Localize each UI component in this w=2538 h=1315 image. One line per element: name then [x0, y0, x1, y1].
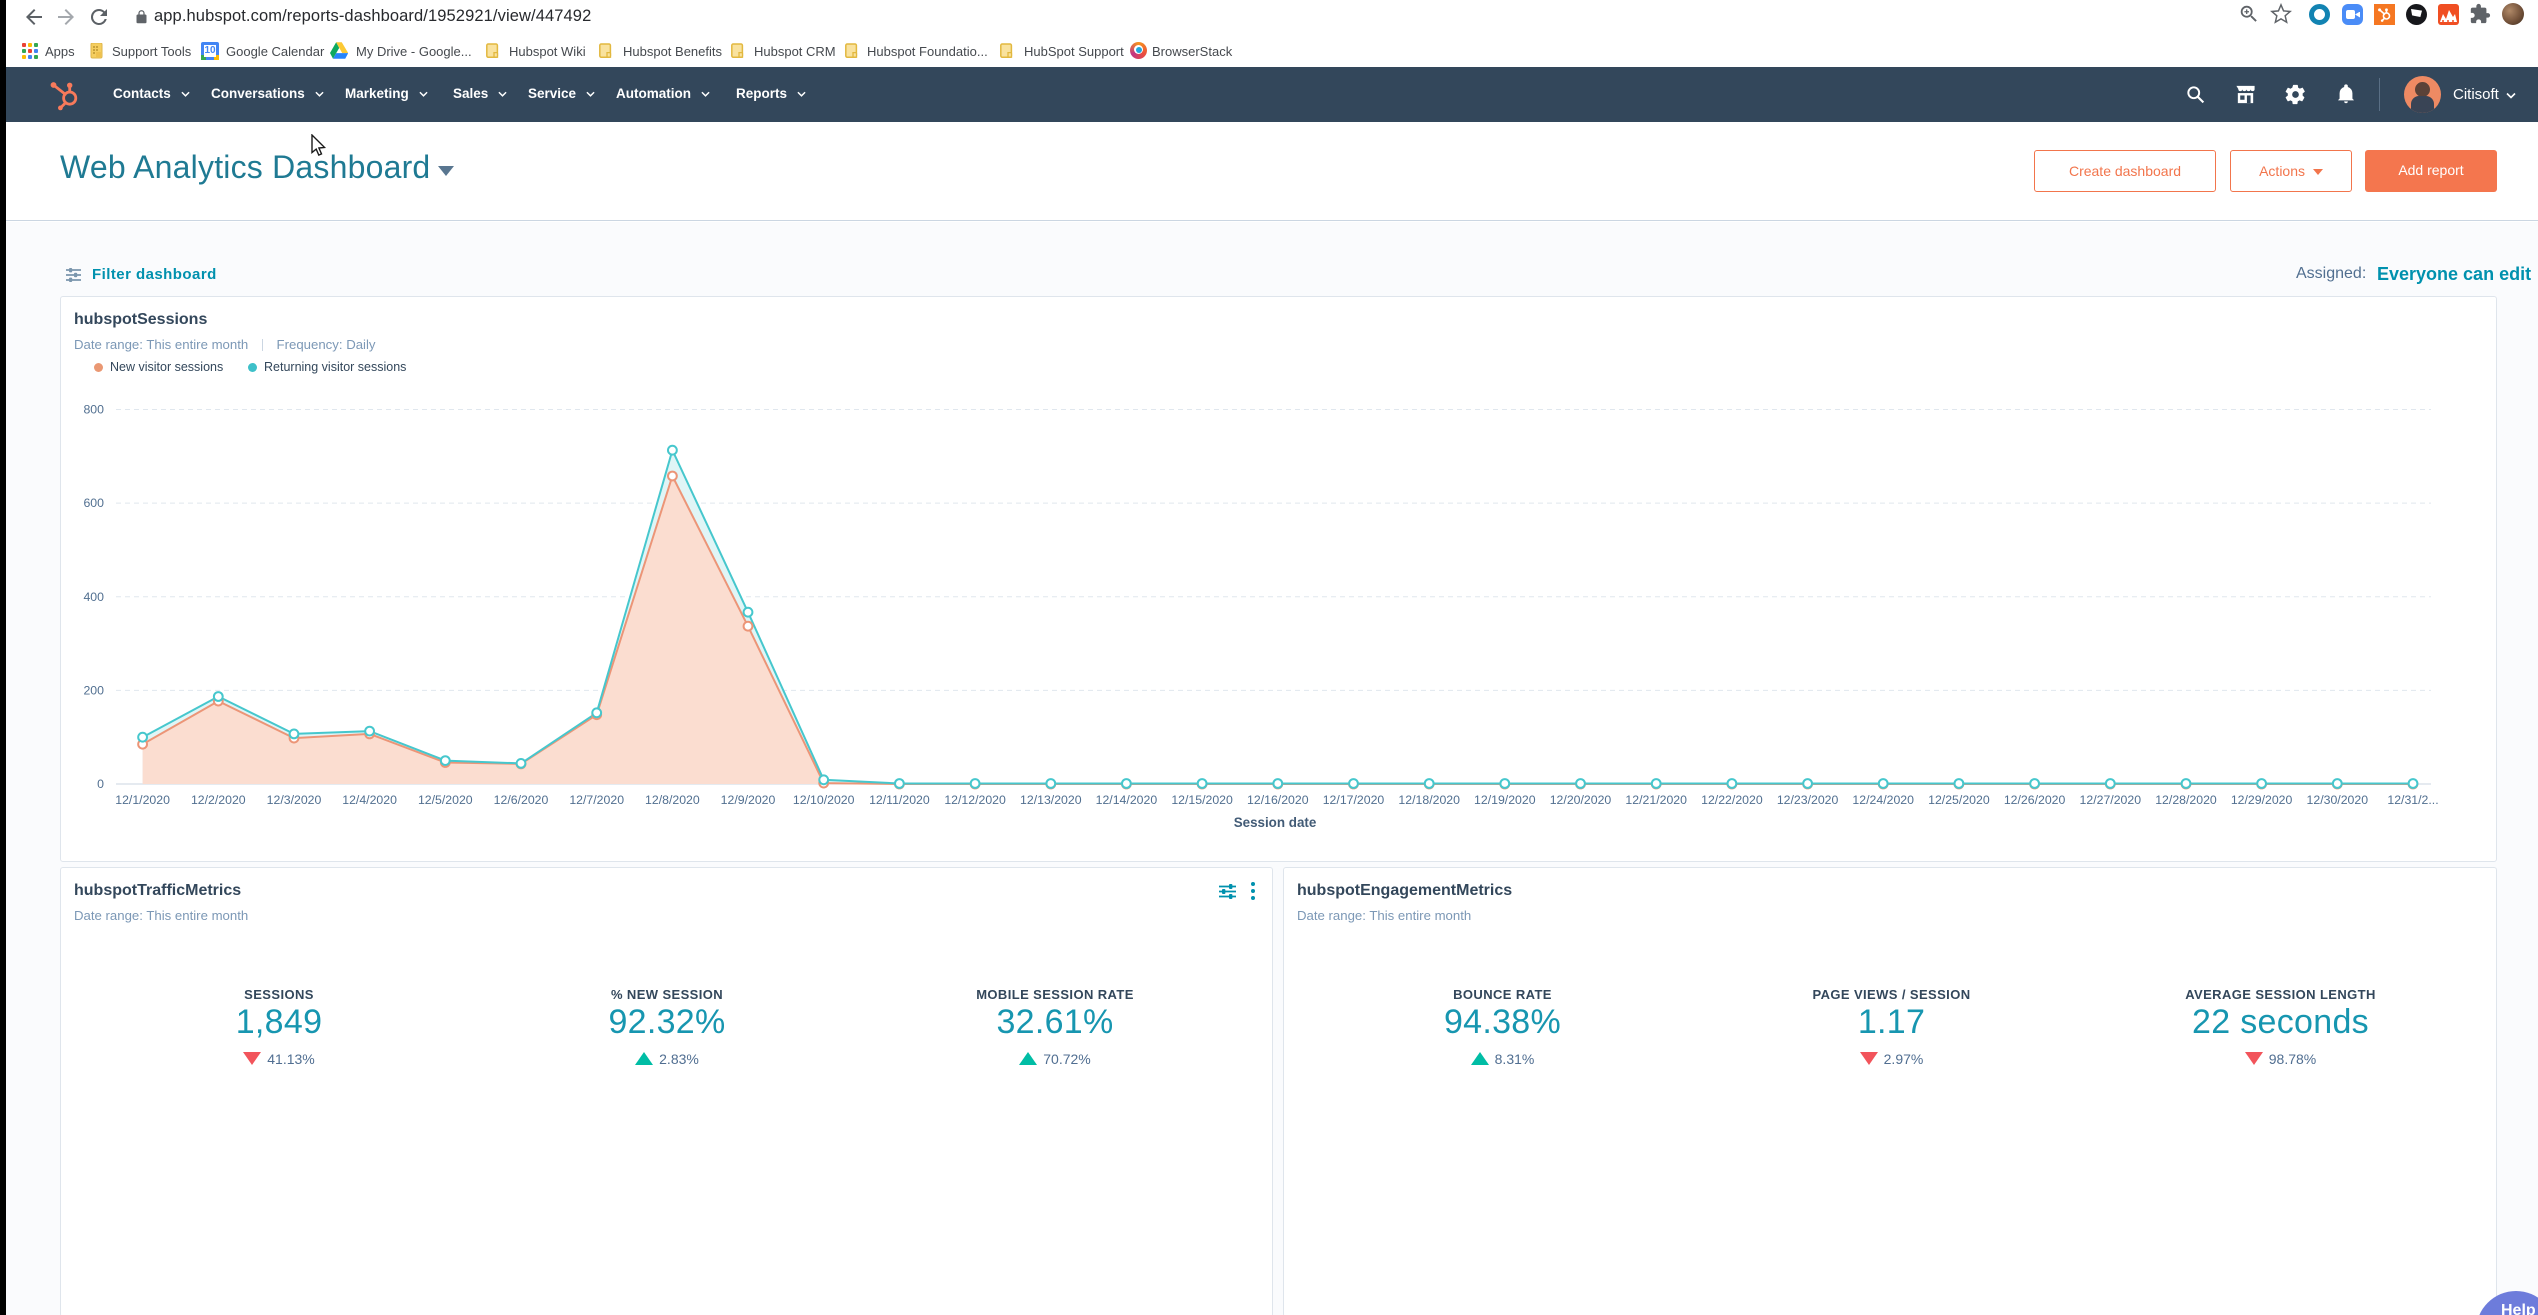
svg-text:12/31/2...: 12/31/2... — [2387, 793, 2438, 807]
svg-text:12/23/2020: 12/23/2020 — [1777, 793, 1839, 807]
svg-text:12/18/2020: 12/18/2020 — [1398, 793, 1460, 807]
svg-text:12/1/2020: 12/1/2020 — [115, 793, 170, 807]
svg-text:0: 0 — [97, 777, 104, 791]
svg-text:12/4/2020: 12/4/2020 — [342, 793, 397, 807]
svg-text:12/2/2020: 12/2/2020 — [191, 793, 246, 807]
svg-text:12/6/2020: 12/6/2020 — [494, 793, 549, 807]
svg-text:12/29/2020: 12/29/2020 — [2231, 793, 2293, 807]
svg-text:600: 600 — [83, 496, 104, 510]
svg-text:12/26/2020: 12/26/2020 — [2004, 793, 2066, 807]
svg-text:200: 200 — [83, 683, 104, 697]
svg-text:12/5/2020: 12/5/2020 — [418, 793, 473, 807]
svg-text:12/14/2020: 12/14/2020 — [1096, 793, 1158, 807]
svg-text:12/27/2020: 12/27/2020 — [2080, 793, 2142, 807]
svg-text:12/13/2020: 12/13/2020 — [1020, 793, 1082, 807]
svg-text:12/28/2020: 12/28/2020 — [2155, 793, 2217, 807]
svg-text:12/10/2020: 12/10/2020 — [793, 793, 855, 807]
svg-text:800: 800 — [83, 403, 104, 417]
svg-text:12/21/2020: 12/21/2020 — [1625, 793, 1687, 807]
svg-text:12/25/2020: 12/25/2020 — [1928, 793, 1990, 807]
svg-text:12/16/2020: 12/16/2020 — [1247, 793, 1309, 807]
svg-text:12/15/2020: 12/15/2020 — [1171, 793, 1233, 807]
svg-text:12/20/2020: 12/20/2020 — [1550, 793, 1612, 807]
svg-text:12/7/2020: 12/7/2020 — [569, 793, 624, 807]
svg-text:Session date: Session date — [1234, 815, 1317, 830]
svg-text:12/3/2020: 12/3/2020 — [267, 793, 322, 807]
svg-text:12/22/2020: 12/22/2020 — [1701, 793, 1763, 807]
svg-text:400: 400 — [83, 590, 104, 604]
svg-text:12/12/2020: 12/12/2020 — [944, 793, 1006, 807]
svg-text:12/17/2020: 12/17/2020 — [1323, 793, 1385, 807]
svg-text:12/8/2020: 12/8/2020 — [645, 793, 700, 807]
svg-text:12/11/2020: 12/11/2020 — [869, 793, 930, 807]
svg-text:12/9/2020: 12/9/2020 — [721, 793, 776, 807]
svg-text:12/19/2020: 12/19/2020 — [1474, 793, 1536, 807]
svg-text:12/24/2020: 12/24/2020 — [1852, 793, 1914, 807]
svg-text:12/30/2020: 12/30/2020 — [2307, 793, 2369, 807]
